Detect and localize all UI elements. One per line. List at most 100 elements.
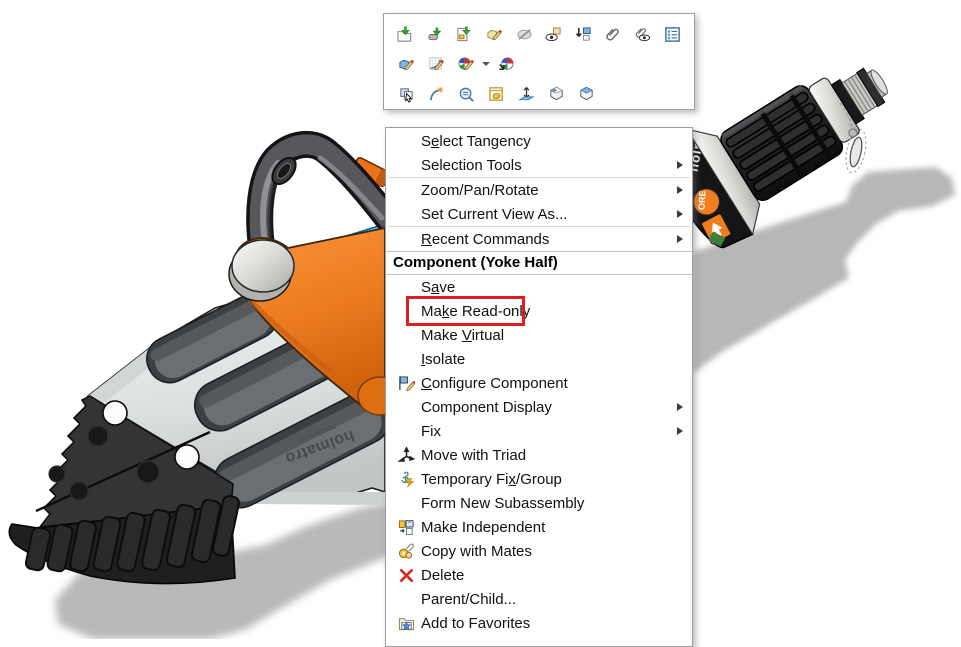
menu-item-parent-child[interactable]: Parent/Child... xyxy=(386,587,692,611)
submenu-arrow-icon xyxy=(677,235,683,243)
section-view-button[interactable] xyxy=(511,80,541,108)
menu-item-temporary-fix-group[interactable]: Temporary Fix/Group xyxy=(386,467,692,491)
menu-item-label: Make Read-only xyxy=(421,303,530,320)
component-properties-button[interactable] xyxy=(657,20,687,48)
suppress-icon xyxy=(604,26,621,43)
edit-appearance-icon xyxy=(458,56,475,73)
menu-item-label: Parent/Child... xyxy=(421,591,516,608)
menu-item-label: Make Independent xyxy=(421,519,545,536)
menu-item-label: Fix xyxy=(421,423,441,440)
open-drawing-icon xyxy=(456,26,473,43)
menu-icon-placeholder xyxy=(393,421,419,441)
menu-icon-placeholder xyxy=(393,180,419,200)
context-menu: Select Tangency Selection Tools Zoom/Pan/R… xyxy=(385,127,693,647)
sketch-curve-icon xyxy=(428,86,445,103)
menu-icon-placeholder xyxy=(393,493,419,513)
select-other-button[interactable] xyxy=(391,80,421,108)
menu-item-zoom-pan-rotate[interactable]: Zoom/Pan/Rotate xyxy=(386,178,692,202)
jaw-hole xyxy=(175,445,199,469)
menu-item-fix[interactable]: Fix xyxy=(386,419,692,443)
menu-item-form-new-subassembly[interactable]: Form New Subassembly xyxy=(386,491,692,515)
zoom-to-selection-icon xyxy=(458,86,475,103)
component-properties-icon xyxy=(664,26,681,43)
menu-item-label: Recent Commands xyxy=(421,231,549,248)
preview-window-button[interactable] xyxy=(481,80,511,108)
menu-item-component-display[interactable]: Component Display xyxy=(386,395,692,419)
menu-item-label: Temporary Fix/Group xyxy=(421,471,562,488)
view-orientation-corner-button[interactable] xyxy=(541,80,571,108)
open-part-icon xyxy=(397,26,414,43)
pivot-pin xyxy=(229,240,294,301)
edit-part-button[interactable] xyxy=(391,50,421,78)
edit-sketch-button[interactable] xyxy=(421,50,451,78)
menu-item-add-to-favorites[interactable]: Add to Favorites xyxy=(386,611,692,635)
edit-part-yellow-button[interactable] xyxy=(480,20,510,48)
menu-item-label: Make Virtual xyxy=(421,327,504,344)
temporary-fix-icon xyxy=(393,469,419,489)
open-part-button[interactable] xyxy=(391,20,421,48)
menu-item-label: Add to Favorites xyxy=(421,615,530,632)
appearances-button[interactable] xyxy=(491,50,521,78)
menu-icon-placeholder xyxy=(393,397,419,417)
menu-icon-placeholder xyxy=(393,589,419,609)
menu-item-copy-with-mates[interactable]: Copy with Mates xyxy=(386,539,692,563)
suppress-button[interactable] xyxy=(598,20,628,48)
jaw-hole xyxy=(49,466,65,482)
view-orientation-corner-icon xyxy=(548,86,565,103)
toolbar-row-3 xyxy=(391,79,687,109)
toolbar-row-2 xyxy=(391,49,687,79)
reload-component-button[interactable] xyxy=(421,20,451,48)
hide-other-icon xyxy=(634,26,651,43)
menu-item-recent-commands[interactable]: Recent Commands xyxy=(386,227,692,251)
jaw-hole xyxy=(88,426,108,446)
preview-window-icon xyxy=(488,86,505,103)
menu-item-make-read-only[interactable]: Make Read-only xyxy=(386,299,692,323)
menu-icon-placeholder xyxy=(393,349,419,369)
menu-item-select-tangency[interactable]: Select Tangency xyxy=(386,129,692,153)
section-view-icon xyxy=(518,86,535,103)
change-transparency-icon xyxy=(516,26,533,43)
menu-item-move-with-triad[interactable]: Move with Triad xyxy=(386,443,692,467)
edit-part-yellow-icon xyxy=(486,26,503,43)
view-orientation-face-button[interactable] xyxy=(571,80,601,108)
delete-icon xyxy=(393,565,419,585)
menu-item-set-current-view-as[interactable]: Set Current View As... xyxy=(386,202,692,226)
select-other-icon xyxy=(398,86,415,103)
menu-item-make-independent[interactable]: Make Independent xyxy=(386,515,692,539)
jaw-hole xyxy=(103,401,127,425)
edit-sketch-icon xyxy=(428,56,445,73)
menu-icon-placeholder xyxy=(393,229,419,249)
change-transparency-button[interactable] xyxy=(509,20,539,48)
menu-item-label: Zoom/Pan/Rotate xyxy=(421,182,539,199)
menu-icon-placeholder xyxy=(393,325,419,345)
edit-part-icon xyxy=(398,56,415,73)
menu-item-save[interactable]: Save xyxy=(386,275,692,299)
menu-item-label: Select Tangency xyxy=(421,133,531,150)
copy-with-mates-icon xyxy=(393,541,419,561)
dropdown-caret[interactable] xyxy=(481,50,491,78)
menu-item-configure-component[interactable]: Configure Component xyxy=(386,371,692,395)
menu-icon-placeholder xyxy=(393,131,419,151)
move-triad-icon xyxy=(393,445,419,465)
edit-appearance-button[interactable] xyxy=(451,50,481,78)
menu-item-label: Form New Subassembly xyxy=(421,495,584,512)
menu-item-make-virtual[interactable]: Make Virtual xyxy=(386,323,692,347)
insert-component-icon xyxy=(575,26,592,43)
svg-text:ORE: ORE xyxy=(697,190,708,210)
menu-icon-placeholder xyxy=(393,301,419,321)
menu-item-label: Copy with Mates xyxy=(421,543,532,560)
menu-item-selection-tools[interactable]: Selection Tools xyxy=(386,153,692,177)
context-toolbar xyxy=(383,13,695,110)
hide-component-button[interactable] xyxy=(539,20,569,48)
sketch-curve-button[interactable] xyxy=(421,80,451,108)
menu-item-isolate[interactable]: Isolate xyxy=(386,347,692,371)
menu-item-label: Delete xyxy=(421,567,464,584)
menu-header-component-yoke-half: Component (Yoke Half) xyxy=(386,251,692,275)
menu-item-delete[interactable]: Delete xyxy=(386,563,692,587)
zoom-to-selection-button[interactable] xyxy=(451,80,481,108)
open-drawing-button[interactable] xyxy=(450,20,480,48)
insert-component-button[interactable] xyxy=(569,20,599,48)
hide-other-button[interactable] xyxy=(628,20,658,48)
submenu-arrow-icon xyxy=(677,161,683,169)
jaw-hole xyxy=(137,461,159,483)
